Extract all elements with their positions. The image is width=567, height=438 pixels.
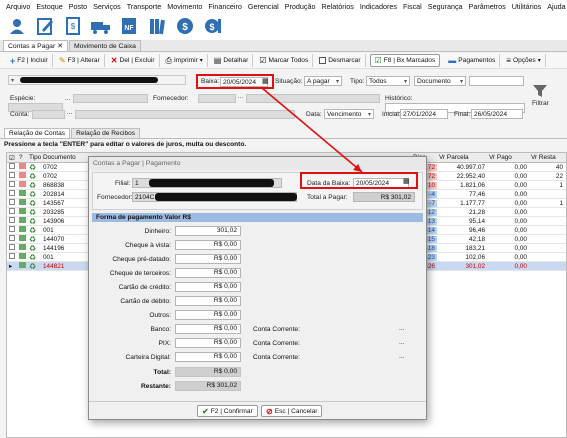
annotation-arrow (261, 87, 363, 173)
app-window: Arquivo Estoque Posto Serviços Transporte Mov… (0, 0, 567, 438)
